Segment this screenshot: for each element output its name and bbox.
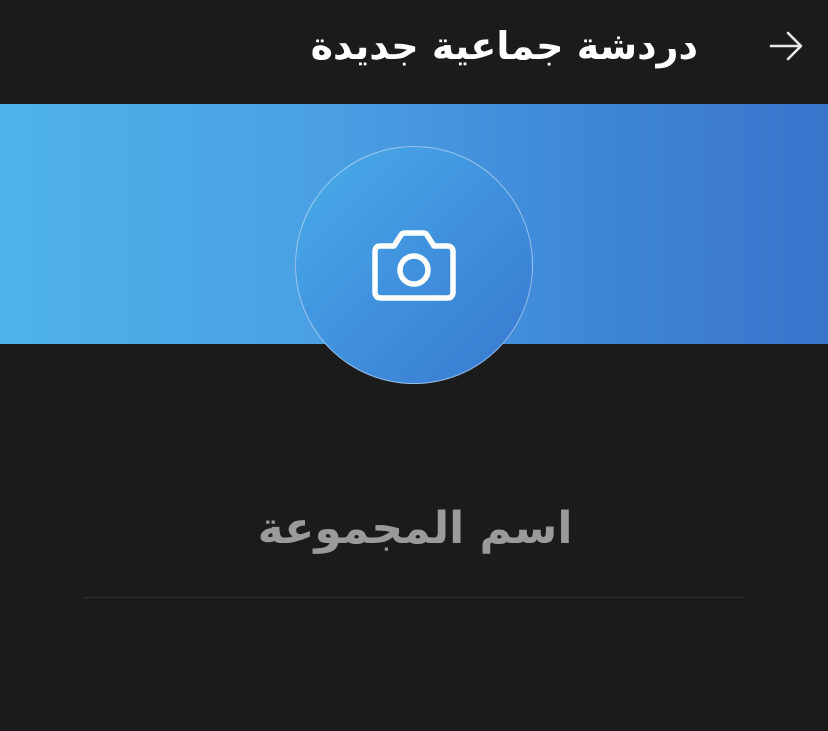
- new-group-chat-screen: دردشة جماعية جديدة: [0, 0, 828, 731]
- back-button[interactable]: [764, 24, 808, 68]
- page-title: دردشة جماعية جديدة: [310, 24, 698, 68]
- arrow-right-icon: [769, 31, 803, 61]
- group-name-input[interactable]: [84, 488, 746, 568]
- group-name-underline: [84, 597, 746, 598]
- camera-icon: [372, 230, 456, 301]
- top-app-bar: دردشة جماعية جديدة: [0, 0, 828, 104]
- group-photo-button[interactable]: [295, 146, 533, 384]
